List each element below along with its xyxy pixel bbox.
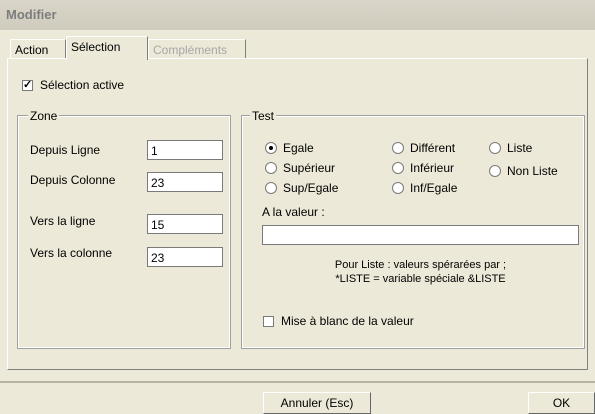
depuis-ligne-label: Depuis Ligne bbox=[30, 143, 101, 157]
zone-legend: Zone bbox=[28, 109, 60, 123]
vers-la-colonne-label: Vers la colonne bbox=[30, 246, 113, 260]
window-title: Modifier bbox=[6, 7, 57, 22]
radio-non-liste[interactable] bbox=[489, 165, 501, 177]
depuis-colonne-label: Depuis Colonne bbox=[30, 173, 116, 187]
vers-la-colonne-field[interactable]: 23 bbox=[147, 247, 223, 267]
radio-sup-egale-label: Sup/Egale bbox=[283, 181, 339, 195]
tab-action[interactable]: Action bbox=[10, 39, 66, 59]
vers-la-ligne-field[interactable]: 15 bbox=[147, 214, 223, 234]
radio-inf-egale-label: Inf/Egale bbox=[410, 181, 458, 195]
footer-separator bbox=[0, 381, 595, 383]
selection-active-label: Sélection active bbox=[40, 78, 125, 92]
hint-liste: Pour Liste : valeurs spérarées par ; bbox=[334, 259, 507, 271]
radio-egale[interactable] bbox=[265, 142, 277, 154]
radio-non-liste-label: Non Liste bbox=[507, 164, 558, 178]
tab-complements[interactable]: Compléments bbox=[148, 39, 246, 59]
hint-variable: *LISTE = variable spéciale &LISTE bbox=[335, 273, 506, 285]
radio-sup-egale[interactable] bbox=[265, 182, 277, 194]
radio-different[interactable] bbox=[392, 142, 404, 154]
radio-inferieur-label: Inférieur bbox=[410, 161, 455, 175]
radio-different-label: Différent bbox=[410, 141, 456, 155]
mise-a-blanc-checkbox[interactable] bbox=[263, 316, 274, 327]
depuis-ligne-field[interactable]: 1 bbox=[147, 140, 223, 160]
value-label: A la valeur : bbox=[262, 205, 325, 219]
radio-liste-label: Liste bbox=[507, 141, 533, 155]
radio-inferieur[interactable] bbox=[392, 162, 404, 174]
vers-la-ligne-label: Vers la ligne bbox=[30, 214, 96, 228]
radio-superieur[interactable] bbox=[265, 162, 277, 174]
ok-button[interactable]: OK bbox=[528, 392, 595, 414]
mise-a-blanc-label: Mise à blanc de la valeur bbox=[281, 314, 414, 328]
radio-inf-egale[interactable] bbox=[392, 182, 404, 194]
tab-selection[interactable]: Sélection bbox=[66, 36, 148, 60]
value-input[interactable] bbox=[262, 225, 579, 245]
radio-liste[interactable] bbox=[489, 142, 501, 154]
test-legend: Test bbox=[250, 109, 277, 123]
cancel-button[interactable]: Annuler (Esc) bbox=[263, 392, 371, 414]
radio-superieur-label: Supérieur bbox=[283, 161, 336, 175]
radio-egale-label: Egale bbox=[283, 141, 314, 155]
title-bar bbox=[0, 0, 595, 30]
selection-active-checkbox[interactable] bbox=[22, 78, 33, 91]
depuis-colonne-field[interactable]: 23 bbox=[147, 172, 223, 192]
